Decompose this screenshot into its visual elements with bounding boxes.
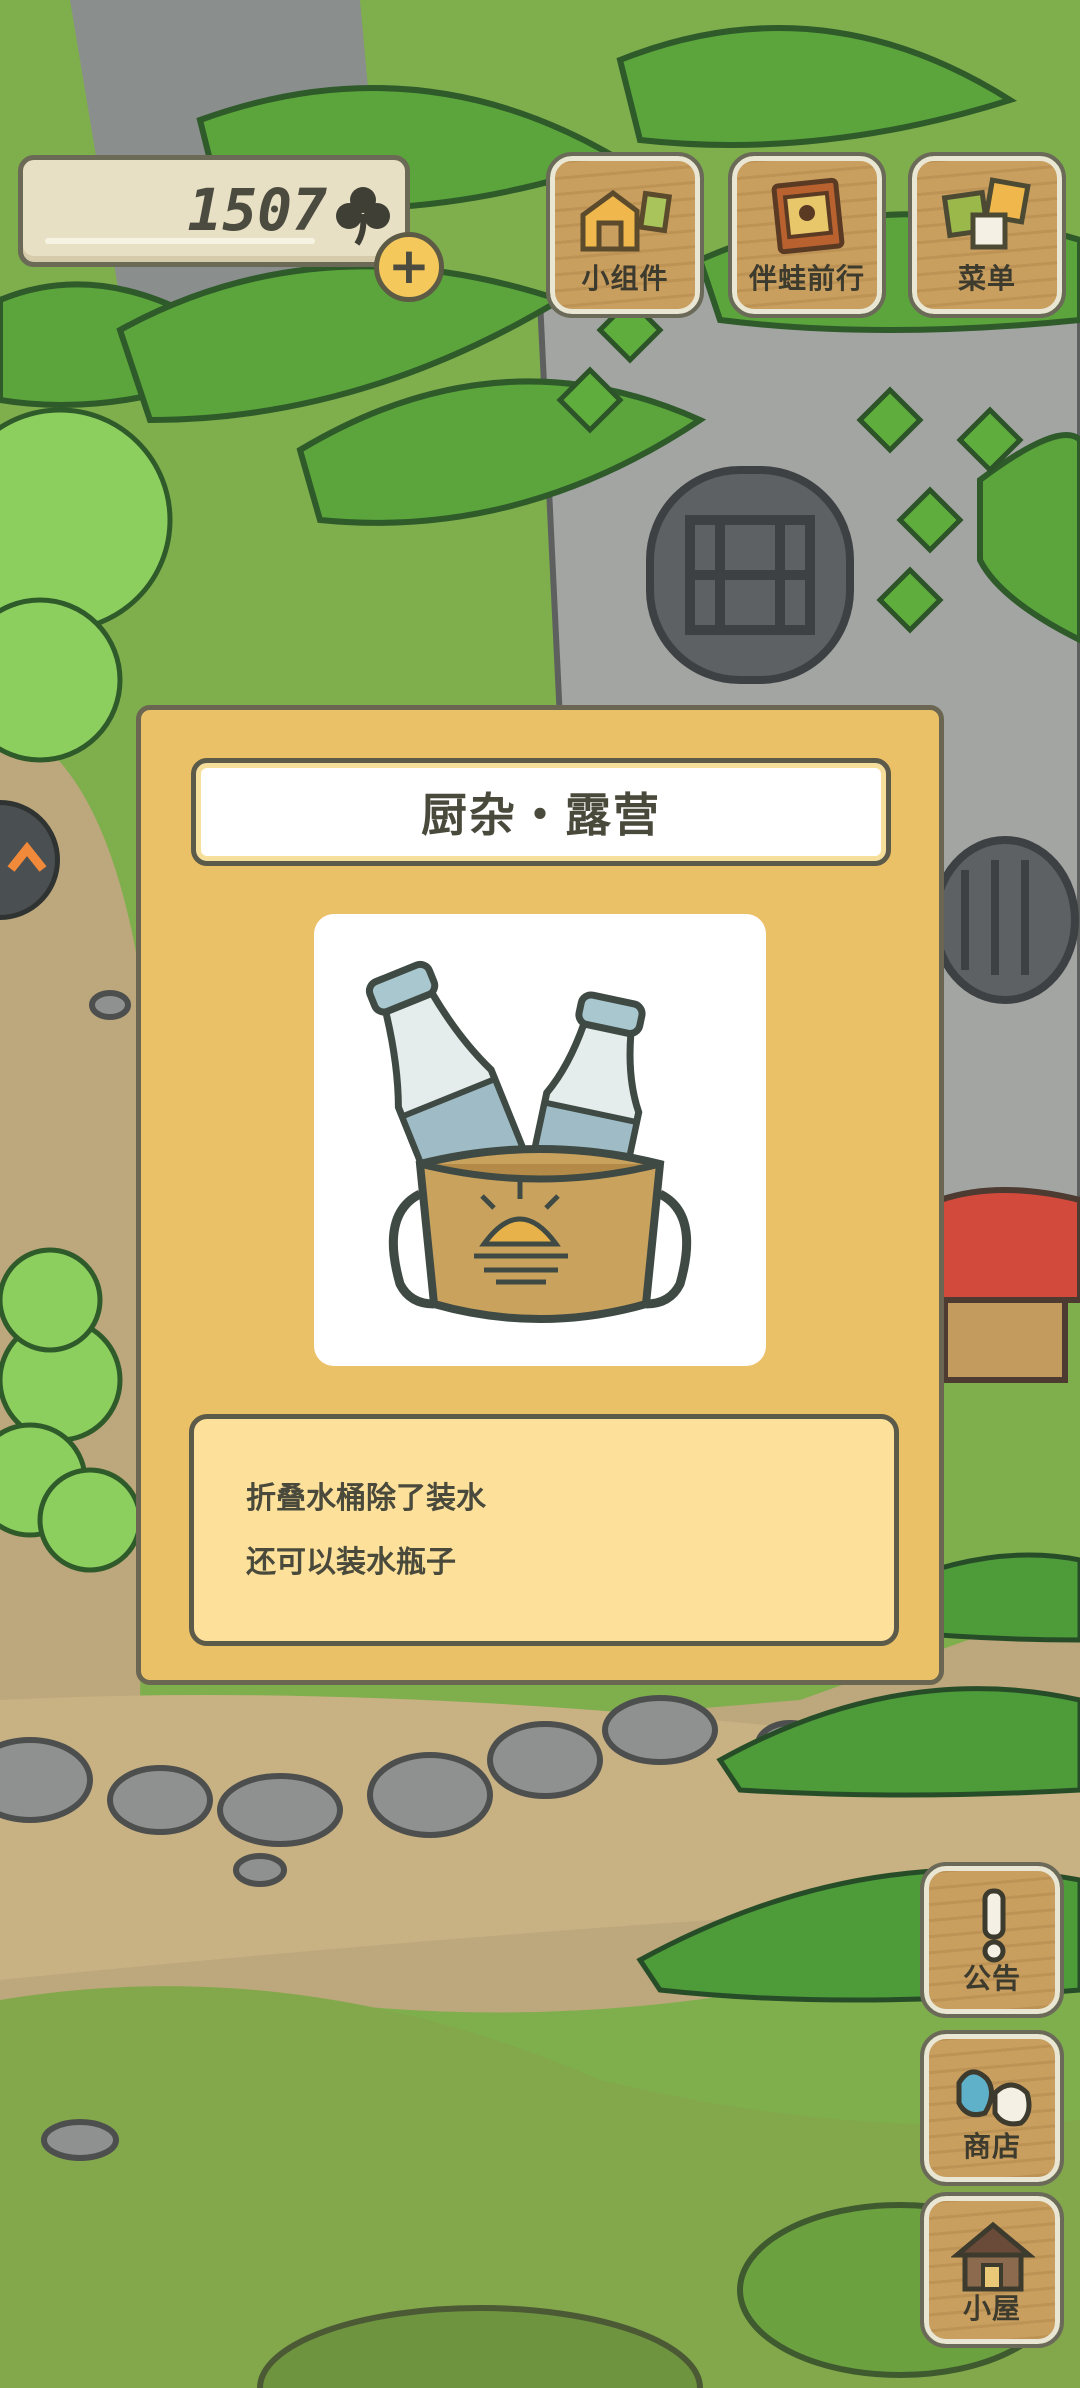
clover-count: 1507 — [187, 176, 327, 244]
counter-underline — [45, 238, 315, 244]
add-clover-button[interactable]: + — [374, 232, 444, 302]
travel-button[interactable]: 伴蛙前行 — [728, 152, 886, 318]
item-title-box: 厨杂・露营 — [191, 758, 891, 866]
exclamation-icon — [982, 1888, 1006, 1963]
clover-icon — [336, 187, 390, 246]
shop-bags-icon — [956, 2069, 1032, 2127]
item-description-box: 折叠水桶除了装水 还可以装水瓶子 — [189, 1414, 899, 1646]
menu-squares-icon — [941, 177, 1031, 250]
clover-counter: 1507 — [18, 155, 410, 267]
widgets-button[interactable]: 小组件 — [546, 152, 704, 318]
shop-label: 商店 — [962, 2130, 1021, 2163]
widget-blocks-icon — [580, 189, 673, 252]
plus-icon: + — [388, 237, 430, 295]
shop-button[interactable]: 商店 — [920, 2030, 1064, 2186]
house-label: 小屋 — [962, 2292, 1021, 2325]
menu-button[interactable]: 菜单 — [908, 152, 1066, 318]
menu-label: 菜单 — [957, 262, 1016, 295]
house-button[interactable]: 小屋 — [920, 2192, 1064, 2348]
notice-button[interactable]: 公告 — [920, 1862, 1064, 2018]
description-line-2: 还可以装水瓶子 — [246, 1545, 456, 1580]
notice-label: 公告 — [962, 1962, 1021, 1995]
widgets-label: 小组件 — [581, 262, 669, 295]
travel-label: 伴蛙前行 — [748, 262, 865, 295]
item-image-box — [314, 914, 766, 1366]
travel-book-icon — [771, 177, 845, 255]
chevron-up-icon — [7, 841, 47, 872]
item-title: 厨杂・露营 — [421, 788, 661, 842]
item-detail-popup[interactable]: 厨杂・露营 折叠水桶除了装水 还可以装水瓶子 — [136, 705, 944, 1685]
bottles-in-bucket-image — [365, 960, 692, 1323]
description-line-1: 折叠水桶除了装水 — [246, 1481, 486, 1516]
house-icon — [951, 2221, 1035, 2292]
